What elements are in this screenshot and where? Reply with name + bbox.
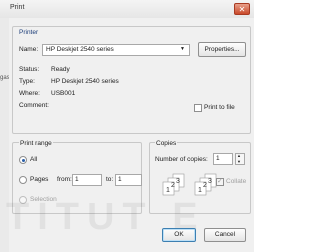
where-value: USB001 xyxy=(51,90,76,97)
svg-text:3: 3 xyxy=(208,178,212,185)
printer-group-label: Printer xyxy=(19,29,39,36)
copies-label: Copies xyxy=(155,140,178,147)
title-bar: Print ✕ xyxy=(0,0,254,19)
from-label: from: xyxy=(57,176,72,183)
svg-text:1: 1 xyxy=(166,187,170,194)
print-to-file-label: Print to file xyxy=(204,104,235,111)
all-radio[interactable] xyxy=(19,156,27,164)
svg-text:2: 2 xyxy=(171,182,175,189)
spin-down-icon[interactable]: ▼ xyxy=(237,159,241,164)
printer-name-select[interactable]: HP Deskjet 2540 series ▼ xyxy=(42,44,190,56)
ok-button[interactable]: OK xyxy=(162,228,196,242)
printer-name-value: HP Deskjet 2540 series xyxy=(46,46,114,53)
collate-pages-icon: 321 321 xyxy=(162,173,217,196)
copies-spinner[interactable]: ▲ ▼ xyxy=(235,153,245,165)
checkmark-icon: ✓ xyxy=(217,178,223,185)
pages-radio[interactable] xyxy=(19,176,27,184)
copies-input[interactable]: 1 xyxy=(213,153,233,165)
from-input[interactable]: 1 xyxy=(72,174,102,186)
chevron-down-icon: ▼ xyxy=(180,46,185,52)
pages-label: Pages xyxy=(30,176,49,183)
comment-label: Comment: xyxy=(19,102,49,109)
to-label: to: xyxy=(106,176,114,183)
name-label: Name: xyxy=(19,46,39,53)
status-value: Ready xyxy=(51,66,70,73)
spin-up-icon[interactable]: ▲ xyxy=(237,153,241,158)
type-label: Type: xyxy=(19,78,35,85)
window-title: Print xyxy=(10,4,25,11)
print-range-label: Print range xyxy=(19,140,53,147)
svg-text:1: 1 xyxy=(198,187,202,194)
number-of-copies-label: Number of copies: xyxy=(155,156,208,163)
status-label: Status: xyxy=(19,66,40,73)
where-label: Where: xyxy=(19,90,40,97)
collate-checkbox[interactable]: ✓ xyxy=(216,178,224,186)
close-icon: ✕ xyxy=(238,5,246,14)
to-input[interactable]: 1 xyxy=(115,174,142,186)
print-to-file-checkbox[interactable] xyxy=(194,104,202,112)
svg-text:3: 3 xyxy=(176,178,180,185)
close-button[interactable]: ✕ xyxy=(234,3,250,15)
properties-button[interactable]: Properties... xyxy=(198,42,246,57)
type-value: HP Deskjet 2540 series xyxy=(51,78,119,85)
cancel-button[interactable]: Cancel xyxy=(204,228,246,242)
collate-label: Collate xyxy=(226,178,247,185)
all-label: All xyxy=(30,156,38,163)
svg-text:2: 2 xyxy=(203,182,207,189)
